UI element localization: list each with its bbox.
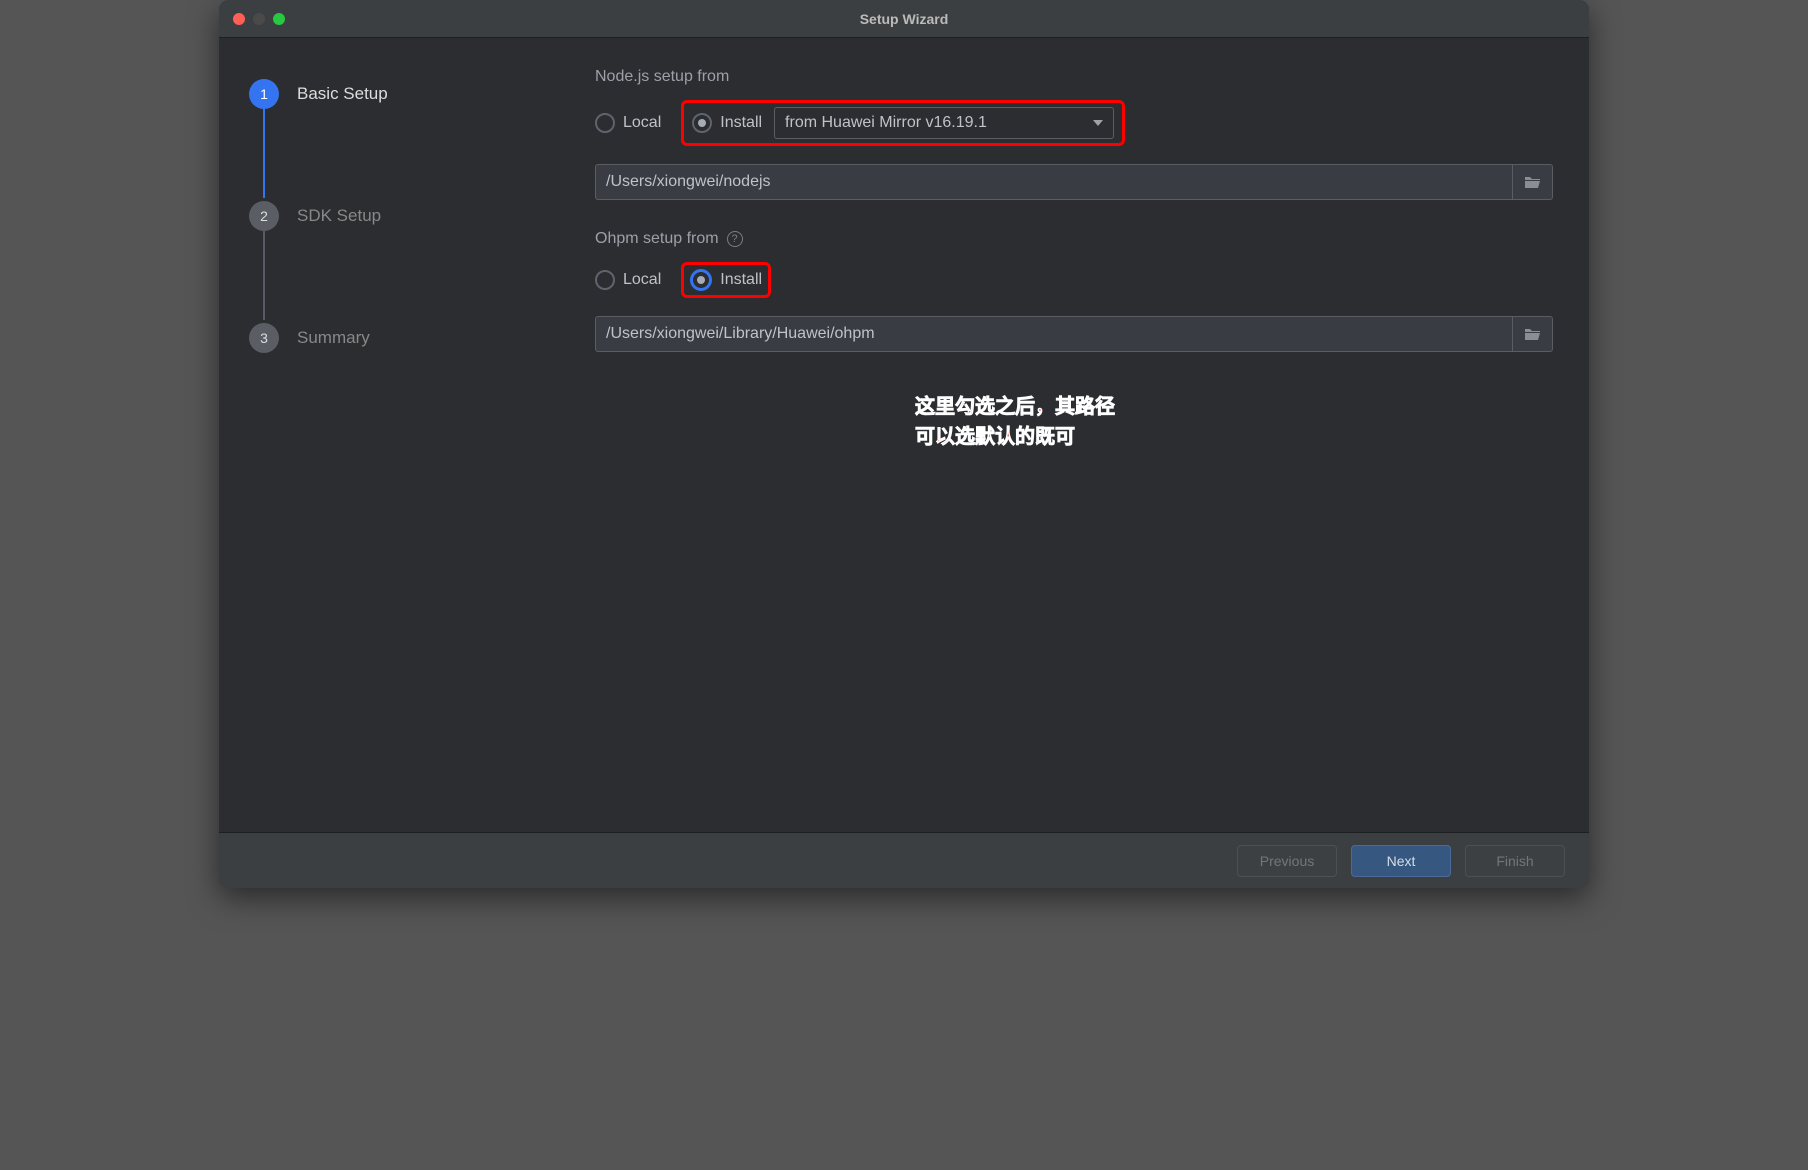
radio-icon (692, 113, 712, 133)
chevron-down-icon (1093, 120, 1103, 126)
step-sdk-setup[interactable]: 2 SDK Setup (249, 200, 529, 232)
wizard-footer: Previous Next Finish (219, 832, 1589, 888)
finish-button[interactable]: Finish (1465, 845, 1565, 877)
node-source-row: Local Install from Huawei Mirror v16.19.… (595, 100, 1553, 146)
node-browse-button[interactable] (1512, 165, 1552, 199)
radio-icon (690, 269, 712, 291)
step-number-badge: 2 (249, 201, 279, 231)
radio-label: Install (720, 271, 762, 289)
ohpm-install-highlight: Install (681, 262, 771, 298)
node-section-label: Node.js setup from (595, 68, 1553, 86)
previous-button[interactable]: Previous (1237, 845, 1337, 877)
node-install-radio[interactable]: Install (692, 113, 762, 133)
ohpm-path-row (595, 316, 1553, 352)
ohpm-browse-button[interactable] (1512, 317, 1552, 351)
setup-wizard-window: Setup Wizard 1 Basic Setup 2 SDK Setup 3… (219, 0, 1589, 888)
folder-open-icon (1524, 175, 1542, 189)
ohpm-source-row: Local Install (595, 262, 1553, 298)
folder-open-icon (1524, 327, 1542, 341)
dropdown-value: from Huawei Mirror v16.19.1 (785, 114, 987, 132)
radio-label: Local (623, 114, 661, 132)
annotation-line-2: 可以选默认的既可 (915, 422, 1553, 452)
node-version-dropdown[interactable]: from Huawei Mirror v16.19.1 (774, 107, 1114, 139)
step-label: Summary (297, 328, 370, 348)
ohpm-section-text: Ohpm setup from (595, 230, 719, 248)
ohpm-path-input[interactable] (596, 317, 1512, 351)
radio-label: Local (623, 271, 661, 289)
window-controls (233, 13, 285, 25)
annotation-line-1: 这里勾选之后，其路径 (915, 392, 1553, 422)
wizard-main-content: Node.js setup from Local Install from Hu… (559, 38, 1589, 832)
step-label: SDK Setup (297, 206, 381, 226)
step-label: Basic Setup (297, 84, 388, 104)
next-button[interactable]: Next (1351, 845, 1451, 877)
titlebar: Setup Wizard (219, 0, 1589, 38)
node-install-highlight: Install from Huawei Mirror v16.19.1 (681, 100, 1125, 146)
step-connector-line (263, 230, 265, 320)
node-path-input[interactable] (596, 165, 1512, 199)
minimize-window-button[interactable] (253, 13, 265, 25)
close-window-button[interactable] (233, 13, 245, 25)
step-summary[interactable]: 3 Summary (249, 322, 529, 354)
ohpm-section-label: Ohpm setup from ? (595, 230, 1553, 248)
radio-label: Install (720, 114, 762, 132)
step-basic-setup[interactable]: 1 Basic Setup (249, 78, 529, 110)
ohpm-local-radio[interactable]: Local (595, 270, 661, 290)
annotation-text: 这里勾选之后，其路径 可以选默认的既可 (915, 392, 1553, 452)
wizard-body: 1 Basic Setup 2 SDK Setup 3 Summary Node… (219, 38, 1589, 832)
window-title: Setup Wizard (860, 11, 949, 27)
node-local-radio[interactable]: Local (595, 113, 661, 133)
step-number-badge: 3 (249, 323, 279, 353)
step-connector-line (263, 108, 265, 198)
radio-icon (595, 113, 615, 133)
help-icon[interactable]: ? (727, 231, 743, 247)
node-path-row (595, 164, 1553, 200)
maximize-window-button[interactable] (273, 13, 285, 25)
radio-icon (595, 270, 615, 290)
step-number-badge: 1 (249, 79, 279, 109)
wizard-sidebar: 1 Basic Setup 2 SDK Setup 3 Summary (219, 38, 559, 832)
ohpm-install-radio[interactable]: Install (690, 269, 762, 291)
